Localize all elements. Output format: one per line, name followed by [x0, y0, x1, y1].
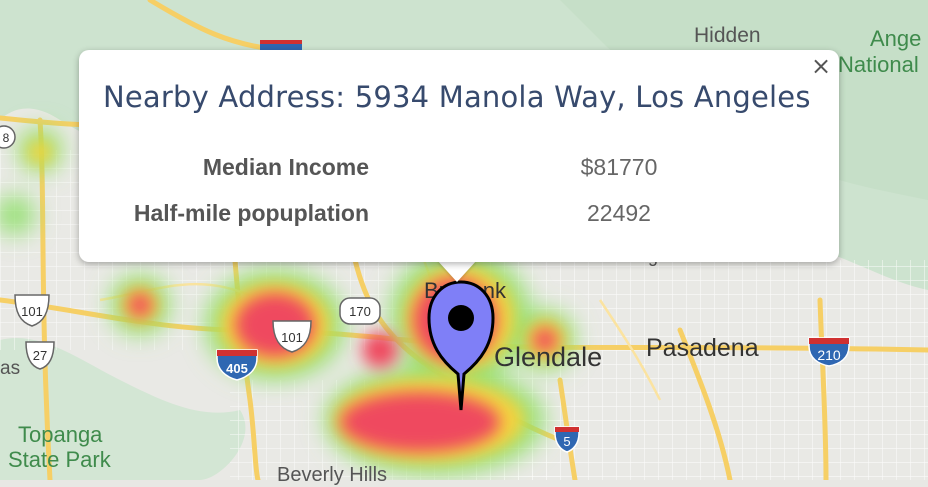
- place-label-left-edge: as: [0, 358, 21, 379]
- i5-number: 5: [563, 434, 570, 449]
- close-icon[interactable]: ×: [809, 54, 833, 78]
- left-partial-shield-icon: 8: [0, 125, 16, 149]
- place-label-pasadena: Pasadena: [646, 334, 759, 362]
- place-label-angeles-national-2: National: [838, 52, 919, 77]
- us101-shield-icon-mid: 101: [272, 320, 312, 353]
- info-window: × Nearby Address: 5934 Manola Way, Los A…: [79, 50, 839, 262]
- info-window-title: Nearby Address: 5934 Manola Way, Los Ang…: [103, 80, 811, 114]
- i405-shield-icon: 405: [216, 349, 258, 381]
- place-label-angeles-national: Ange: [870, 26, 922, 51]
- place-label-beverly-hills: Beverly Hills: [277, 464, 388, 486]
- info-value: 22492: [587, 200, 651, 226]
- ca27-shield-icon: 27: [25, 341, 55, 370]
- ca27-number: 27: [33, 348, 47, 363]
- i405-number: 405: [226, 361, 248, 376]
- us101-mid-number: 101: [281, 330, 303, 345]
- i5-shield-icon: 5: [554, 426, 580, 453]
- place-label-hidden: Hidden: [694, 24, 761, 47]
- i210-shield-icon: 210: [808, 337, 850, 367]
- info-value: $81770: [580, 154, 658, 180]
- info-label: Median Income: [202, 154, 369, 180]
- info-label: Half-mile popuplation: [133, 200, 369, 226]
- info-table: Median Income $81770 Half-mile popuplati…: [79, 148, 839, 240]
- info-row-population: Half-mile popuplation 22492: [79, 194, 839, 240]
- place-label-glendale: Glendale: [494, 342, 603, 372]
- location-marker-icon[interactable]: [425, 278, 497, 412]
- left-partial-number: 8: [3, 131, 10, 145]
- ca170-shield-icon: 170: [339, 297, 381, 325]
- i210-number: 210: [817, 347, 841, 363]
- info-window-tail: [437, 260, 477, 282]
- info-row-median-income: Median Income $81770: [79, 148, 839, 194]
- us101-shield-icon: 101: [14, 294, 50, 327]
- us101-left-number: 101: [21, 304, 43, 319]
- place-label-state-park: State Park: [8, 447, 111, 472]
- place-label-topanga: Topanga: [18, 422, 103, 447]
- ca170-number: 170: [349, 304, 371, 319]
